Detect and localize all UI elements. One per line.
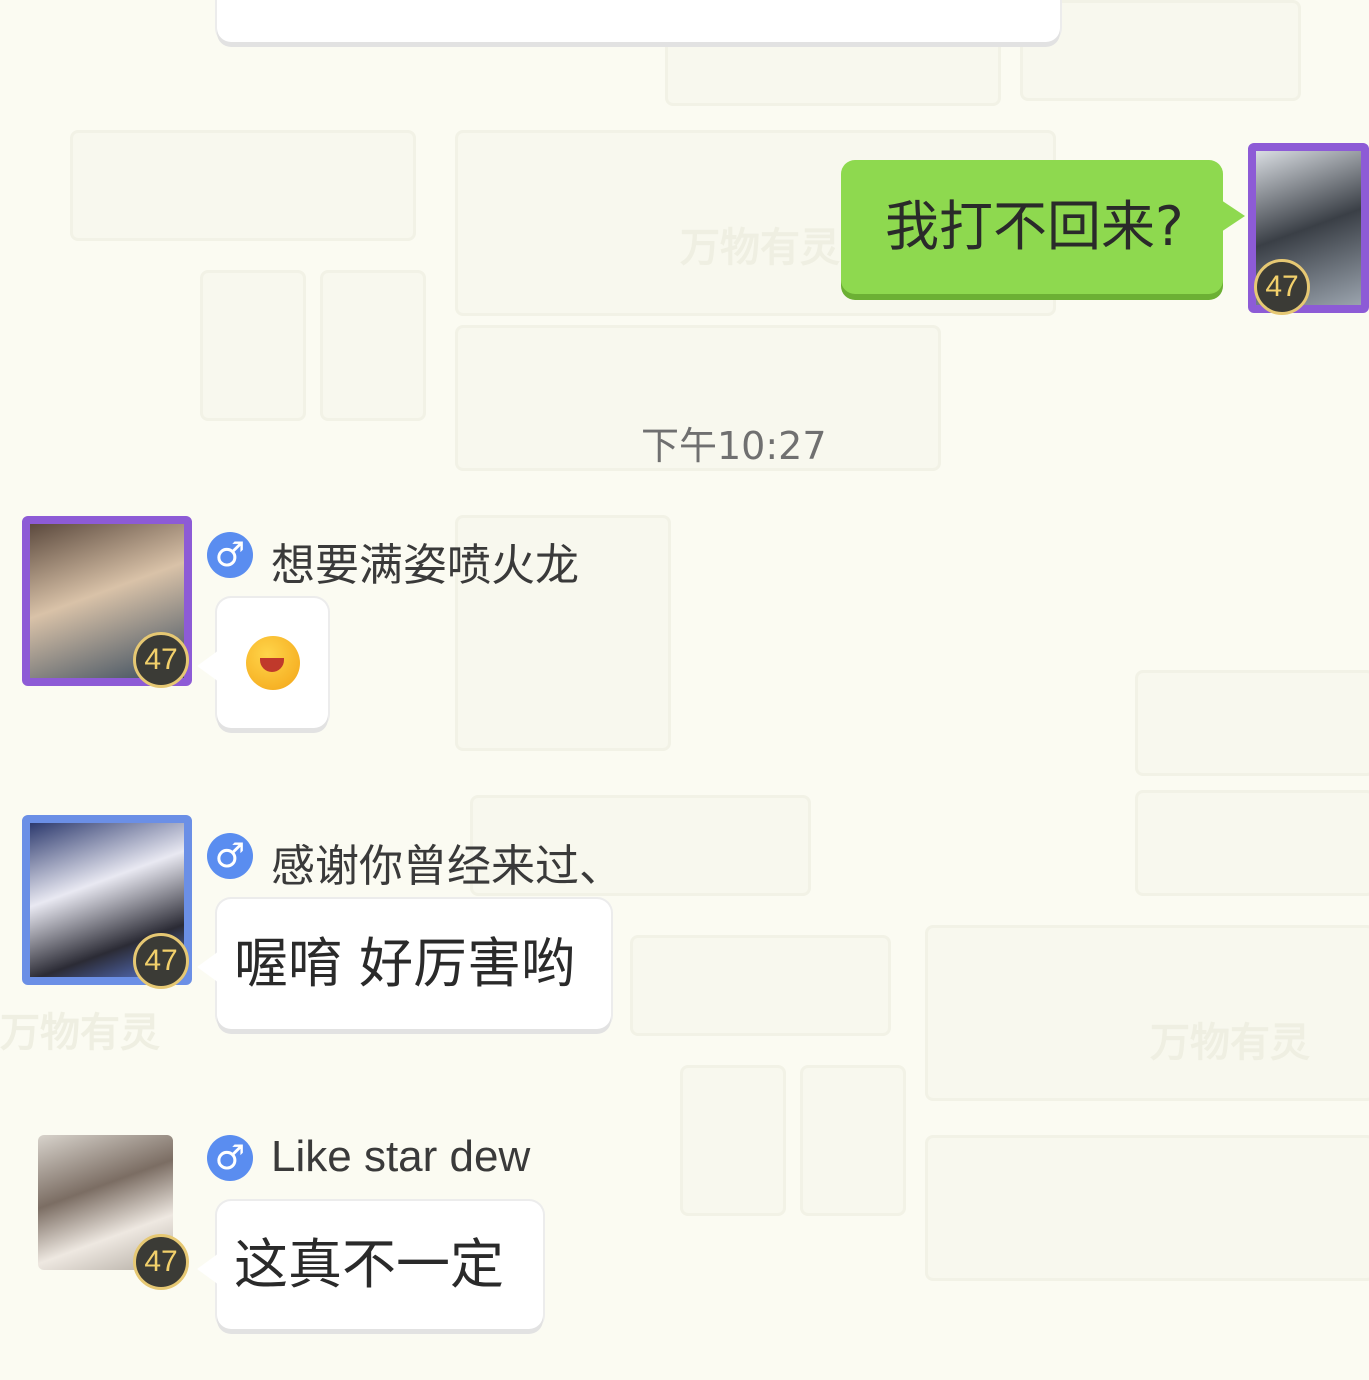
sender-name-2[interactable]: 感谢你曾经来过、 xyxy=(271,830,623,894)
message-text-3: 这真不一定 xyxy=(234,1233,504,1296)
sender-name-3[interactable]: Like star dew xyxy=(271,1132,530,1182)
sender-name-1[interactable]: 想要满姿喷火龙 xyxy=(271,529,579,593)
watermark-text-2: 万物有灵 xyxy=(1150,1020,1310,1066)
watermark-text-3: 万物有灵 xyxy=(0,1010,160,1056)
level-badge-2: 47 xyxy=(133,933,189,989)
gender-male-icon-3: ♂ xyxy=(207,1135,253,1181)
my-level-badge: 47 xyxy=(1254,259,1310,315)
message-bubble-3[interactable]: 这真不一定 xyxy=(197,1201,543,1329)
message-bubble-2[interactable]: 喔唷 好厉害哟 xyxy=(197,899,611,1029)
message-bubble-1[interactable] xyxy=(197,598,328,728)
gender-male-icon-2: ♂ xyxy=(207,833,253,879)
message-text-2: 喔唷 好厉害哟 xyxy=(234,932,576,995)
previous-message-bubble[interactable] xyxy=(217,0,1060,42)
sneeze-face-emoji-icon xyxy=(245,636,300,690)
watermark-text-1: 万物有灵 xyxy=(680,225,840,271)
level-badge-3: 47 xyxy=(133,1234,189,1290)
level-badge-1: 47 xyxy=(133,632,189,688)
gender-male-icon-1: ♂ xyxy=(207,532,253,578)
message-timestamp: 下午10:27 xyxy=(641,424,827,468)
my-message-text: 我打不回来? xyxy=(885,195,1184,258)
my-message-bubble[interactable]: 我打不回来? xyxy=(841,160,1245,294)
